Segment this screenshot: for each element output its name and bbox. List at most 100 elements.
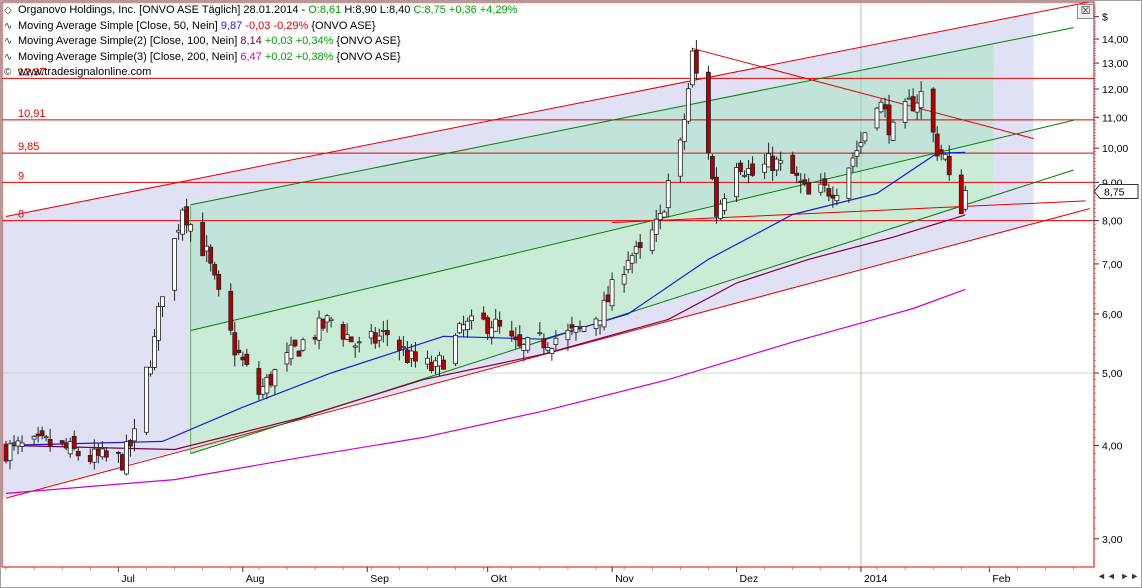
candle-up [858, 142, 864, 147]
x-tick-label: Okt [491, 573, 507, 585]
legend-exchange: {ONVO ASE} [311, 19, 376, 32]
close-chart-button[interactable]: ☒ [1077, 4, 1094, 19]
candle-up [734, 167, 739, 198]
candle-up [67, 441, 73, 455]
candle-down [3, 443, 9, 462]
indicator-icon: ∿ [4, 20, 13, 32]
price-chart[interactable]: 12,3710,919,8598 3,004,005,006,007,008,0… [0, 0, 1142, 588]
candle-down [75, 450, 81, 457]
candle-up [433, 360, 438, 367]
candle-up [457, 323, 462, 334]
candle-down [208, 246, 214, 264]
candle-up [834, 195, 840, 202]
candle-up [264, 377, 270, 394]
y-tick-label: 14,00 [1102, 34, 1128, 46]
candle-up [15, 440, 21, 447]
candle-up [260, 386, 266, 395]
candle-down [236, 349, 242, 353]
candle-down [882, 104, 888, 110]
y-tick-label: 11,00 [1102, 112, 1128, 124]
candle-down [930, 88, 936, 133]
candle-down [256, 368, 262, 395]
candle-up [906, 97, 912, 100]
candle-up [581, 326, 587, 332]
candle-up [718, 203, 723, 219]
candle-up [621, 274, 627, 285]
candle-down [798, 180, 804, 183]
candle-up [425, 357, 430, 365]
legend-name: Moving Average Simple(2) [Close, 100, Ne… [18, 35, 238, 47]
candle-down [240, 356, 246, 361]
candle-up [854, 150, 860, 157]
candle-up [453, 334, 458, 365]
candle-up [521, 344, 527, 351]
level-label: 9 [18, 170, 24, 182]
candle-down [509, 330, 515, 337]
candle-down [693, 50, 699, 74]
legend-name: Moving Average Simple [Close, 50, Nein] [18, 19, 218, 32]
candle-up [850, 157, 856, 167]
candle-up [862, 132, 868, 142]
x-tick-label: Nov [615, 573, 634, 585]
candle-down [637, 242, 643, 248]
candle-down [938, 149, 944, 155]
candle-down [292, 339, 298, 347]
legend-change: +0,03 +0,34% [264, 35, 334, 47]
legend-row-sma50: ∿ Moving Average Simple [Close, 50, Nein]… [4, 19, 517, 35]
candle-down [404, 349, 410, 363]
candle-down [71, 435, 77, 449]
candle-down [934, 133, 940, 157]
candle-down [59, 440, 65, 444]
scroll-buttons-label[interactable]: ◄◄ ►► [1097, 571, 1140, 581]
candle-down [320, 318, 326, 329]
candle-up [328, 318, 334, 321]
candle-up [746, 168, 751, 175]
y-tick-label: 13,00 [1102, 58, 1128, 70]
candle-up [633, 246, 639, 254]
candle-up [160, 296, 165, 308]
scroll-buttons[interactable]: ◄◄ ►► [1097, 571, 1140, 581]
chart-legend: ◇ Organovo Holdings, Inc. [ONVO ASE Tägli… [4, 3, 517, 81]
candle-down [340, 324, 346, 340]
candle-down [103, 450, 109, 458]
candle-up [99, 448, 105, 458]
candle-up [408, 350, 414, 360]
candle-down [770, 155, 776, 171]
candle-up [774, 158, 780, 171]
source-text: www.tradesignalonline.com [18, 66, 152, 78]
candle-up [914, 102, 920, 113]
candle-down [429, 361, 434, 372]
candle-up [352, 345, 358, 348]
candle-up [549, 348, 555, 354]
candle-up [91, 448, 97, 463]
candle-down [413, 351, 418, 362]
candle-up [356, 341, 362, 344]
candle-up [43, 436, 49, 439]
x-tick-label: 2014 [864, 573, 888, 585]
candle-up [324, 315, 330, 323]
ohlc-open: O:8,61 [308, 4, 342, 16]
candle-down [569, 324, 575, 329]
candle-up [204, 245, 210, 252]
y-tick-label: 6,00 [1102, 309, 1123, 321]
ohlc-close: C:8,75 +0,36 +4,29% [413, 4, 518, 16]
candle-down [228, 290, 234, 331]
candle-down [47, 438, 53, 446]
legend-row-sma100: ∿ Moving Average Simple(2) [Close, 100, N… [4, 34, 517, 50]
level-label: 9,85 [18, 141, 39, 153]
candle-up [942, 154, 948, 160]
candle-down [87, 454, 93, 463]
candle-down [830, 194, 836, 199]
candle-up [573, 326, 579, 333]
candle-up [553, 337, 559, 345]
candle-up [461, 324, 466, 331]
candle-down [396, 339, 402, 351]
y-tick-label: 12,00 [1102, 84, 1128, 96]
candle-up [188, 224, 194, 232]
candle-down [497, 319, 503, 327]
candle-up [437, 354, 442, 367]
y-tick-label: 10,00 [1102, 143, 1128, 155]
legend-title-row: ◇ Organovo Holdings, Inc. [ONVO ASE Tägli… [4, 3, 517, 19]
candle-down [826, 188, 832, 197]
candle-up [902, 101, 908, 123]
